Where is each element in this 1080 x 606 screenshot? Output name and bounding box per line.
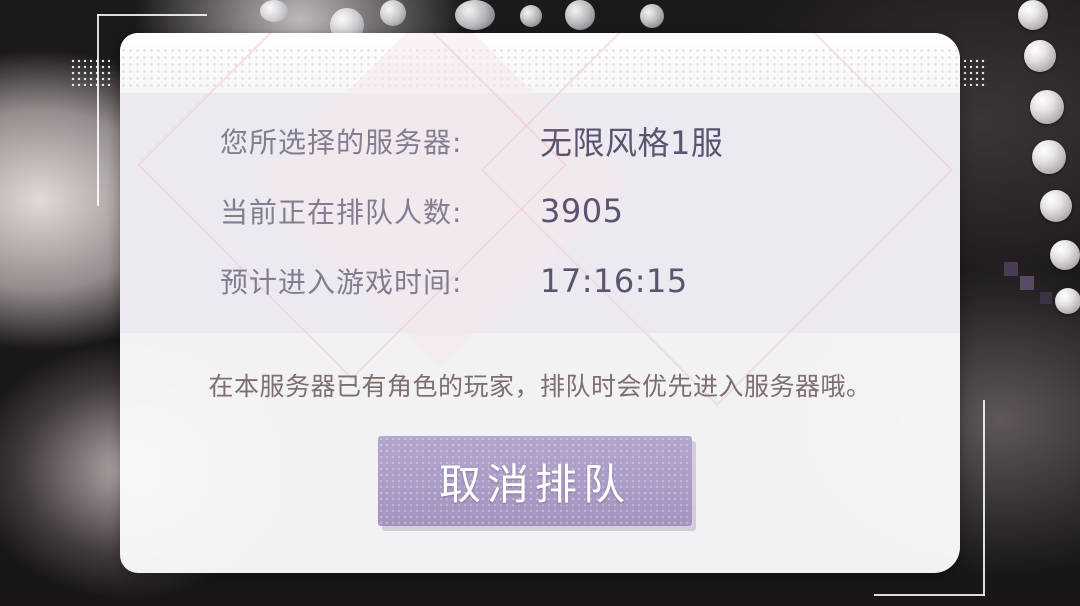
pearl-decoration [1032,140,1066,174]
pearl-decoration [1050,240,1080,270]
dot-pattern [70,58,114,86]
queue-count-row: 当前正在排队人数: 3905 [220,191,623,231]
pearl-decoration [1055,288,1080,314]
cancel-queue-button-label: 取消排队 [438,459,631,509]
bubble-decoration [455,0,495,30]
bubble-decoration [380,0,406,26]
pearl-decoration [1040,190,1072,222]
cancel-queue-button[interactable]: 取消排队 [378,436,692,526]
pearl-decoration [1018,0,1048,30]
bubble-decoration [260,0,288,22]
server-value: 无限风格1服 [540,124,724,162]
eta-value: 17:16:15 [540,262,688,300]
eta-row: 预计进入游戏时间: 17:16:15 [220,261,688,301]
queue-count-value: 3905 [540,192,624,230]
server-row: 您所选择的服务器: 无限风格1服 [220,121,724,162]
bubble-decoration [640,4,664,28]
dot-pattern [962,58,986,86]
frame-line [874,594,985,596]
pixel-decoration [1004,262,1018,276]
server-label: 您所选择的服务器: [220,126,463,159]
frame-line [983,400,985,596]
pearl-decoration [1030,90,1064,124]
eta-label: 预计进入游戏时间: [220,266,463,299]
pearl-decoration [1024,40,1056,72]
pixel-decoration [1040,292,1052,304]
queue-dialog: 您所选择的服务器: 无限风格1服 当前正在排队人数: 3905 预计进入游戏时间… [120,33,960,573]
pixel-decoration [1020,276,1034,290]
bubble-decoration [565,0,595,30]
bubble-decoration [520,5,542,27]
priority-notice: 在本服务器已有角色的玩家，排队时会优先进入服务器哦。 [208,372,872,401]
frame-line [97,14,99,206]
queue-count-label: 当前正在排队人数: [220,196,463,229]
frame-line [97,14,207,16]
